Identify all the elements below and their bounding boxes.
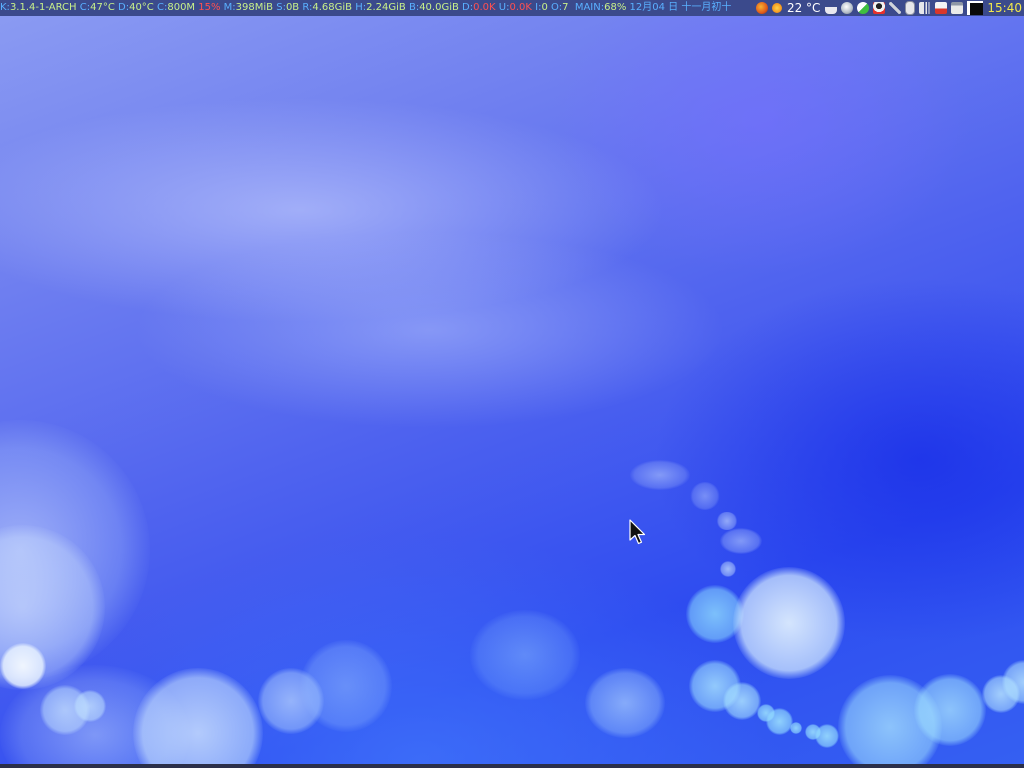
wallpaper-bokeh [0, 420, 150, 680]
swap-value: 0B [285, 2, 300, 13]
cpu-freq-value: 800M [167, 2, 196, 13]
cpu-load-value: 15% [198, 2, 221, 13]
wallpaper-bokeh [686, 585, 744, 643]
wallpaper-bokeh [720, 528, 762, 554]
download-value: 0.0K [473, 2, 496, 13]
wallpaper-bokeh [0, 643, 46, 689]
upload-label: U: [498, 2, 510, 13]
firefox-icon[interactable] [755, 2, 768, 14]
wallpaper-bokeh [300, 640, 392, 732]
home-fs-label: H: [355, 2, 367, 13]
io-out-value: 7 [562, 2, 569, 13]
system-monitor-line: K: 3.1.4-1-ARCH C: 47°C D: 40°C C: 800M 15% … [0, 0, 731, 16]
swap-label: S: [276, 2, 286, 13]
wallpaper-bokeh [258, 668, 324, 734]
root-fs-label: R: [302, 2, 313, 13]
io-out-label: O: [551, 2, 563, 13]
home-fs-value: 2.24GiB [366, 2, 406, 13]
wallpaper-bokeh [1002, 660, 1024, 704]
chat-status-icon[interactable] [857, 2, 870, 14]
wallpaper-bokeh [133, 668, 263, 768]
mouse-pointer-icon [629, 519, 646, 545]
workspace-pager-icon[interactable] [967, 1, 984, 15]
wallpaper-bokeh [766, 708, 793, 735]
weather-temperature[interactable]: 22 °C [787, 0, 820, 16]
volume-icon[interactable] [919, 2, 932, 14]
mouse-icon[interactable] [905, 1, 916, 15]
wallpaper-bokeh [0, 525, 105, 690]
bottom-edge-bar [0, 764, 1024, 768]
wallpaper-bokeh [790, 722, 802, 734]
volume-label: MAIN: [574, 2, 605, 13]
wallpaper-bokeh [982, 675, 1020, 713]
wallpaper-bokeh [40, 685, 90, 735]
wallpaper-bokeh [720, 561, 736, 577]
disk-temp-value: 40°C [129, 2, 154, 13]
system-tray: 22 °C 15:40 [754, 0, 1024, 16]
wallpaper-bokeh [914, 674, 986, 746]
backup-fs-value: 40.0GiB [419, 2, 459, 13]
weather-sun-icon[interactable] [771, 3, 782, 13]
pen-icon[interactable] [889, 2, 902, 14]
wallpaper-bokeh [0, 665, 190, 768]
notes-icon[interactable] [935, 2, 948, 14]
cpu-temp-value: 47°C [90, 2, 115, 13]
root-fs-value: 4.68GiB [312, 2, 353, 13]
wallpaper-bokeh [723, 682, 761, 720]
io-in-value: 0 [541, 2, 548, 13]
clipboard-icon[interactable] [951, 2, 964, 14]
memory-label: M: [223, 2, 236, 13]
disk-temp-label: D: [118, 2, 130, 13]
memory-value: 398MiB [235, 2, 274, 13]
wallpaper-bokeh [805, 724, 821, 740]
kernel-label: K: [0, 2, 10, 13]
wallpaper-bokeh [757, 704, 775, 722]
wallpaper-bokeh [815, 724, 839, 748]
wallpaper-bokeh [690, 482, 720, 510]
download-label: D: [462, 2, 474, 13]
date-display: 12月04 日 十一月初十 [629, 2, 732, 13]
wallpaper-bokeh [689, 660, 741, 712]
wallpaper-bokeh [585, 668, 665, 738]
cpu-temp-label: C: [79, 2, 91, 13]
wallpaper-bokeh [716, 512, 738, 530]
wallpaper-bokeh [630, 460, 690, 490]
teacup-icon[interactable] [825, 2, 838, 14]
wallpaper-bokeh [470, 610, 580, 700]
qq-penguin-icon[interactable] [873, 2, 886, 14]
upload-value: 0.0K [509, 2, 532, 13]
backup-fs-label: B: [408, 2, 420, 13]
clock[interactable]: 15:40 [987, 0, 1024, 16]
wallpaper-bokeh [733, 567, 845, 679]
top-status-bar: K: 3.1.4-1-ARCH C: 47°C D: 40°C C: 800M 15% … [0, 0, 1024, 16]
network-globe-icon[interactable] [841, 2, 854, 14]
volume-value: 68% [604, 2, 627, 13]
kernel-value: 3.1.4-1-ARCH [9, 2, 77, 13]
cpu-freq-label: C: [156, 2, 168, 13]
desktop[interactable]: K: 3.1.4-1-ARCH C: 47°C D: 40°C C: 800M 15% … [0, 0, 1024, 768]
wallpaper-bokeh [74, 690, 106, 722]
wallpaper-bokeh [838, 675, 942, 768]
